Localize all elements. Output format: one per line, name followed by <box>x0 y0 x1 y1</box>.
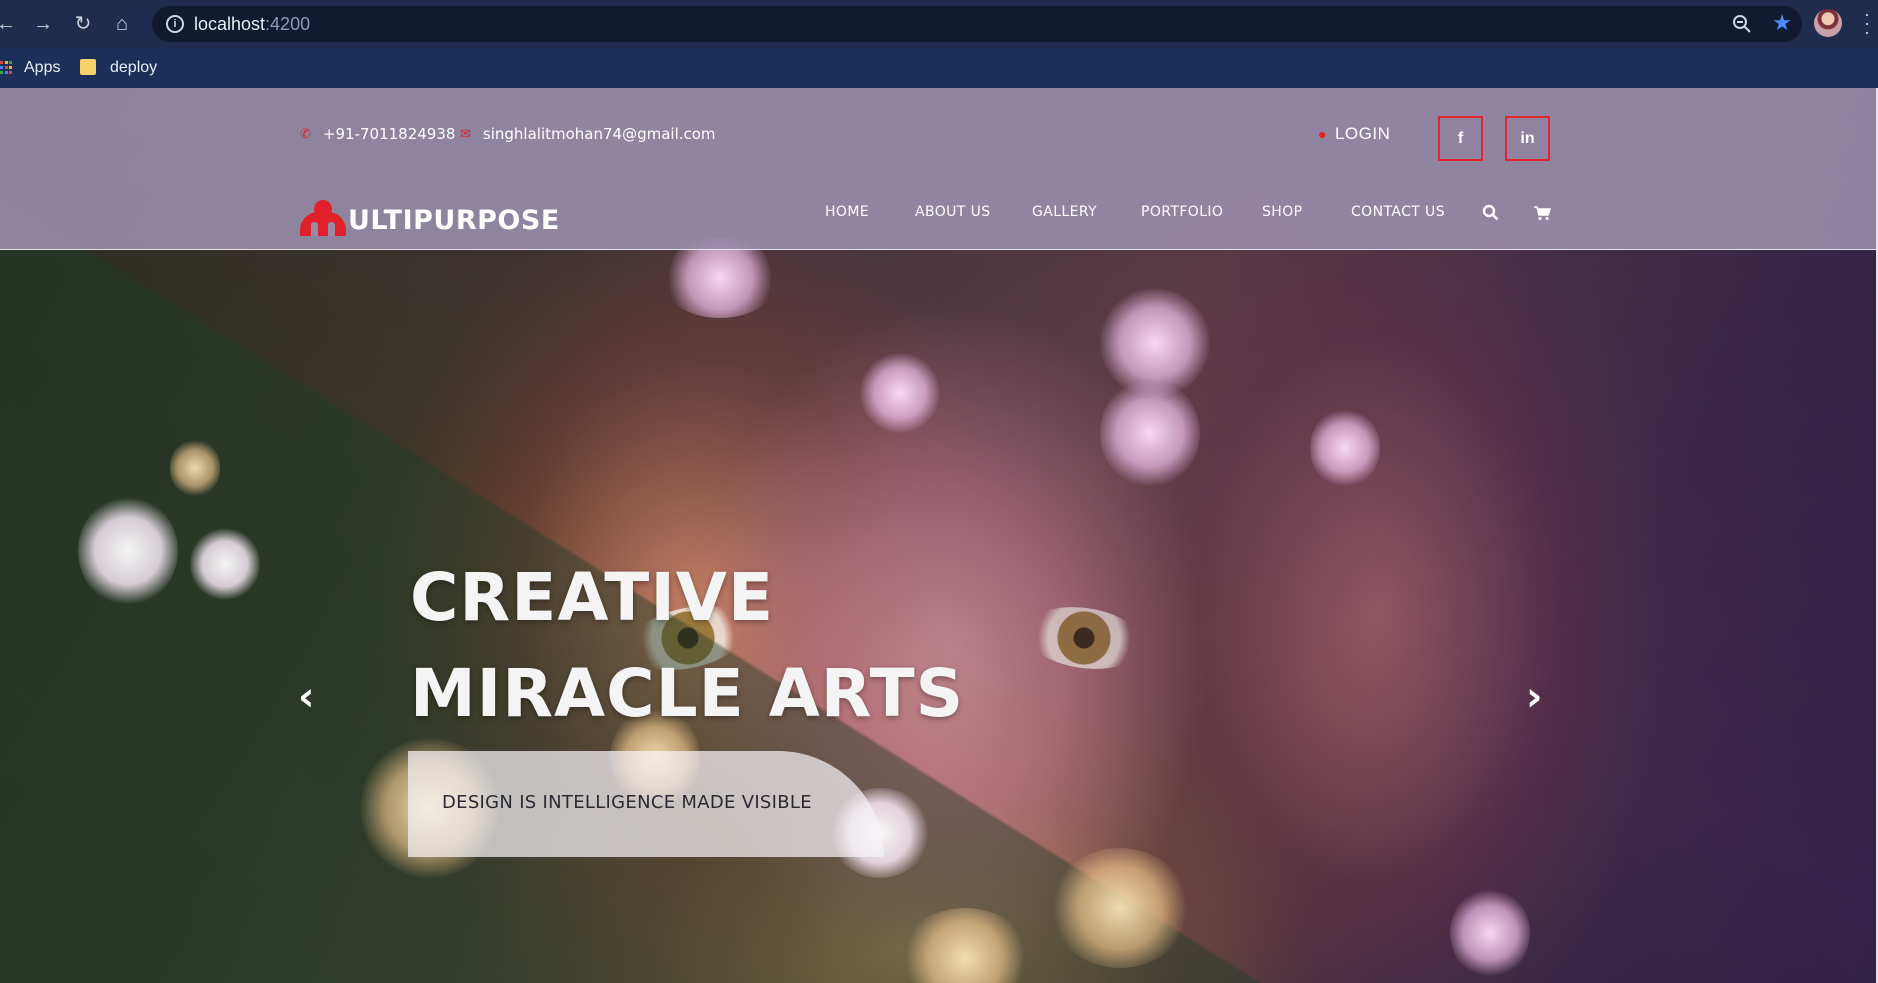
facebook-button[interactable]: f <box>1438 116 1483 161</box>
hero-headline-line2: MIRACLE ARTS <box>410 655 965 732</box>
chevron-right-icon[interactable]: › <box>1526 674 1542 720</box>
hero-tagline-box: DESIGN IS INTELLIGENCE MADE VISIBLE <box>408 751 884 857</box>
login-label: LOGIN <box>1334 124 1391 143</box>
bokeh-light <box>170 438 220 498</box>
hero-headline: CREATIVE MIRACLE ARTS <box>410 550 964 742</box>
apps-grid-icon <box>0 61 12 75</box>
phone-number: +91-7011824938 <box>322 125 456 143</box>
reload-icon[interactable]: ↻ <box>69 10 97 38</box>
back-icon[interactable]: ← <box>0 10 20 38</box>
hero-headline-line1: CREATIVE <box>410 559 775 636</box>
bookmarks-bar: Apps deploy <box>0 48 1878 88</box>
bokeh-light <box>1100 378 1200 488</box>
bookmark-deploy[interactable]: deploy <box>80 54 157 82</box>
login-link[interactable]: ● LOGIN <box>1318 124 1390 144</box>
bokeh-light <box>1310 408 1380 488</box>
bokeh-light <box>1450 888 1530 978</box>
main-nav: HOME ABOUT US GALLERY PORTFOLIO SHOP CON… <box>0 204 1876 228</box>
nav-about-us[interactable]: ABOUT US <box>915 204 991 220</box>
nav-gallery[interactable]: GALLERY <box>1032 204 1097 220</box>
url-host: localhost <box>194 14 266 34</box>
hero-tagline: DESIGN IS INTELLIGENCE MADE VISIBLE <box>442 792 812 813</box>
bokeh-light <box>190 528 260 600</box>
profile-avatar[interactable] <box>1814 9 1842 37</box>
address-bar[interactable]: i localhost:4200 ★ <box>152 6 1802 42</box>
page-viewport: ✆ +91-7011824938 ✉ singhlalitmohan74@gma… <box>0 88 1876 983</box>
browser-toolbar: ← → ↻ ⌂ i localhost:4200 ★ · · · <box>0 0 1878 48</box>
bokeh-light <box>860 353 940 433</box>
url-port: :4200 <box>265 14 311 34</box>
linkedin-button[interactable]: in <box>1505 116 1550 161</box>
bookmark-star-icon[interactable]: ★ <box>1772 10 1792 36</box>
facebook-icon: f <box>1457 130 1464 147</box>
email-address: singhlalitmohan74@gmail.com <box>482 125 716 143</box>
browser-menu-icon[interactable]: · · · <box>1864 5 1874 41</box>
bookmark-label: deploy <box>110 59 158 76</box>
envelope-icon: ✉ <box>460 126 471 142</box>
bokeh-light <box>660 238 780 318</box>
user-icon: ● <box>1318 126 1327 142</box>
bokeh-light <box>1050 848 1190 968</box>
bookmark-label: Apps <box>24 59 61 76</box>
home-icon[interactable]: ⌂ <box>108 10 136 38</box>
browser-chrome: ← → ↻ ⌂ i localhost:4200 ★ · · · Apps de… <box>0 0 1878 88</box>
cart-icon[interactable] <box>1533 205 1551 221</box>
nav-shop[interactable]: SHOP <box>1262 204 1302 220</box>
nav-portfolio[interactable]: PORTFOLIO <box>1141 204 1223 220</box>
linkedin-icon: in <box>1520 130 1535 147</box>
site-header: ✆ +91-7011824938 ✉ singhlalitmohan74@gma… <box>0 88 1876 250</box>
bookmark-apps[interactable]: Apps <box>0 54 60 82</box>
folder-icon <box>80 59 96 75</box>
bokeh-light <box>78 496 178 606</box>
phone-contact[interactable]: ✆ +91-7011824938 <box>300 125 455 143</box>
site-info-icon[interactable]: i <box>166 15 184 33</box>
forward-icon[interactable]: → <box>29 10 57 38</box>
zoom-icon[interactable] <box>1732 14 1752 34</box>
url-text[interactable]: localhost:4200 <box>194 14 310 35</box>
phone-icon: ✆ <box>300 126 311 142</box>
email-contact[interactable]: ✉ singhlalitmohan74@gmail.com <box>460 125 716 143</box>
nav-contact-us[interactable]: CONTACT US <box>1351 204 1445 220</box>
chevron-left-icon[interactable]: ‹ <box>298 674 314 720</box>
search-icon[interactable] <box>1482 204 1499 221</box>
nav-home[interactable]: HOME <box>825 204 869 220</box>
